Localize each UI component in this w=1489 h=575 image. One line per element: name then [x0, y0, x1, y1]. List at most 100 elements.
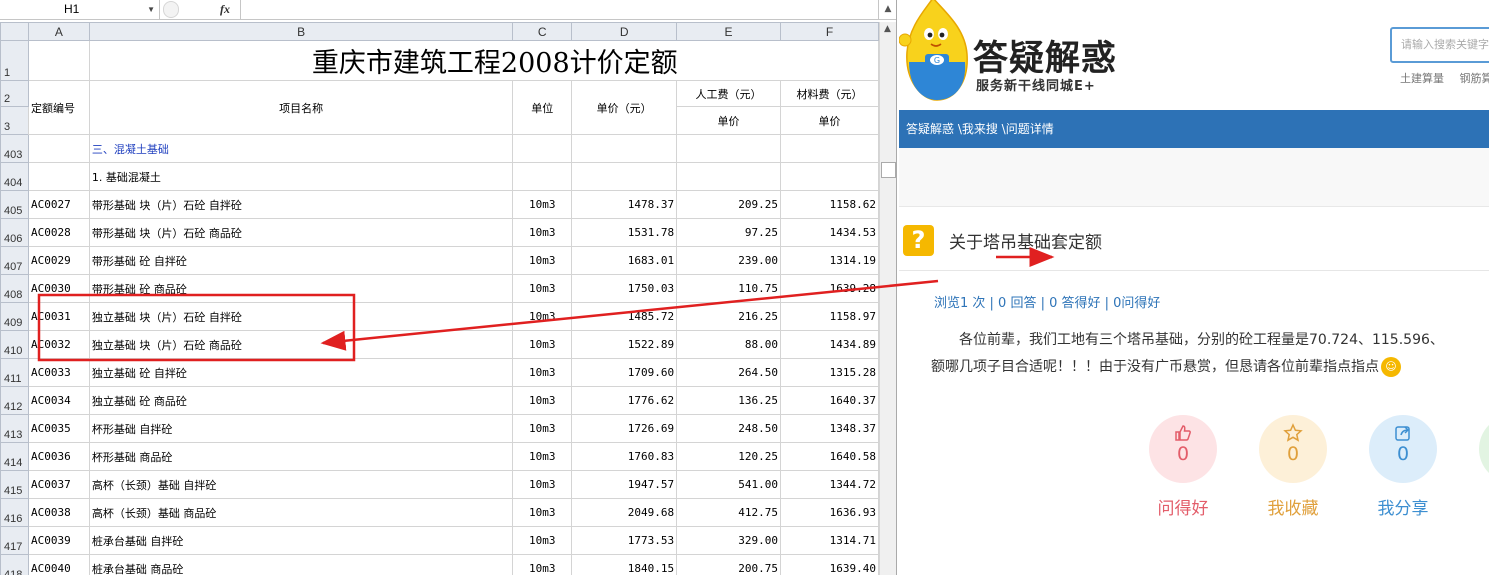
- cell-labor[interactable]: 110.75: [676, 274, 782, 303]
- cell-code[interactable]: AC0034: [27, 386, 90, 415]
- cell-price[interactable]: 1773.53: [571, 526, 678, 555]
- cell[interactable]: [676, 134, 782, 163]
- action-label[interactable]: 问得好: [1138, 494, 1228, 519]
- row-header[interactable]: 417: [0, 526, 29, 555]
- cell-unit[interactable]: 10m3: [512, 190, 573, 219]
- row-header[interactable]: 411: [0, 358, 29, 387]
- cell-unit[interactable]: 10m3: [512, 386, 573, 415]
- row-header-1[interactable]: 1: [0, 40, 29, 81]
- cell-code[interactable]: AC0035: [27, 414, 90, 443]
- cell-labor[interactable]: 88.00: [676, 330, 782, 359]
- row-header-3[interactable]: 3: [0, 106, 29, 135]
- cell[interactable]: [571, 162, 678, 191]
- cell-unit[interactable]: 10m3: [512, 274, 573, 303]
- cell-a1[interactable]: [27, 40, 90, 81]
- cell-material[interactable]: 1314.19: [780, 246, 879, 275]
- subsection-heading[interactable]: 1. 基础混凝土: [88, 162, 514, 191]
- cell-labor[interactable]: 329.00: [676, 526, 782, 555]
- cell-code[interactable]: AC0037: [27, 470, 90, 499]
- cell-material[interactable]: 1640.37: [780, 386, 879, 415]
- cell-material[interactable]: 1158.97: [780, 302, 879, 331]
- header-unit[interactable]: 单位: [512, 80, 573, 135]
- cell-price[interactable]: 1485.72: [571, 302, 678, 331]
- cell-material[interactable]: 1314.71: [780, 526, 879, 555]
- cell-code[interactable]: AC0031: [27, 302, 90, 331]
- sheet-title[interactable]: 重庆市建筑工程2008计价定额: [88, 40, 879, 81]
- cell-price[interactable]: 1750.03: [571, 274, 678, 303]
- row-header[interactable]: 408: [0, 274, 29, 303]
- row-header[interactable]: 405: [0, 190, 29, 219]
- row-header[interactable]: 403: [0, 134, 29, 163]
- cell-name[interactable]: 带形基础 砼 自拌砼: [88, 246, 514, 275]
- cell-name[interactable]: 独立基础 砼 商品砼: [88, 386, 514, 415]
- cell-labor[interactable]: 248.50: [676, 414, 782, 443]
- cell-code[interactable]: AC0039: [27, 526, 90, 555]
- cell-unit[interactable]: 10m3: [512, 358, 573, 387]
- column-header-c[interactable]: C: [512, 22, 573, 41]
- action-label[interactable]: 我: [1468, 494, 1489, 519]
- header-name[interactable]: 项目名称: [88, 80, 514, 135]
- cell[interactable]: [512, 162, 573, 191]
- column-header-a[interactable]: A: [27, 22, 90, 41]
- cell-unit[interactable]: 10m3: [512, 498, 573, 527]
- search-input[interactable]: 请输入搜索关键字: [1390, 27, 1489, 63]
- cell-name[interactable]: 桩承台基础 自拌砼: [88, 526, 514, 555]
- header-material[interactable]: 材料费（元）: [780, 80, 879, 107]
- section-heading[interactable]: 三、混凝土基础: [88, 134, 514, 163]
- cell[interactable]: [27, 134, 90, 163]
- select-all-corner[interactable]: [0, 22, 29, 41]
- header-labor[interactable]: 人工费（元）: [676, 80, 782, 107]
- cell[interactable]: [780, 134, 879, 163]
- row-header[interactable]: 406: [0, 218, 29, 247]
- cell-code[interactable]: AC0038: [27, 498, 90, 527]
- cell-code[interactable]: AC0030: [27, 274, 90, 303]
- cell-unit[interactable]: 10m3: [512, 442, 573, 471]
- cell-unit[interactable]: 10m3: [512, 554, 573, 575]
- hot-link[interactable]: 土建算量: [1400, 72, 1444, 85]
- cell-labor[interactable]: 136.25: [676, 386, 782, 415]
- row-header[interactable]: 410: [0, 330, 29, 359]
- cell-name[interactable]: 桩承台基础 商品砼: [88, 554, 514, 575]
- cell-unit[interactable]: 10m3: [512, 246, 573, 275]
- column-header-f[interactable]: F: [780, 22, 879, 41]
- mascot-logo-icon[interactable]: G: [899, 0, 975, 108]
- cell-material[interactable]: 1315.28: [780, 358, 879, 387]
- action-button[interactable]: 0: [1259, 415, 1327, 483]
- cell-labor[interactable]: 541.00: [676, 470, 782, 499]
- cell-labor[interactable]: 200.75: [676, 554, 782, 575]
- cell-code[interactable]: AC0032: [27, 330, 90, 359]
- cell-code[interactable]: AC0029: [27, 246, 90, 275]
- cell-name[interactable]: 带形基础 块（片）石砼 商品砼: [88, 218, 514, 247]
- cell-labor[interactable]: 120.25: [676, 442, 782, 471]
- site-logo-text[interactable]: 答疑解惑: [973, 30, 1117, 81]
- expand-formula-icon[interactable]: ▲: [878, 0, 896, 19]
- cell-name[interactable]: 高杯（长颈）基础 自拌砼: [88, 470, 514, 499]
- breadcrumb[interactable]: 答疑解惑 \我来搜 \问题详情: [906, 122, 1054, 136]
- row-header[interactable]: 407: [0, 246, 29, 275]
- cell[interactable]: [27, 162, 90, 191]
- cell[interactable]: [571, 134, 678, 163]
- cell-price[interactable]: 1531.78: [571, 218, 678, 247]
- cell-price[interactable]: 1726.69: [571, 414, 678, 443]
- cell-labor[interactable]: 239.00: [676, 246, 782, 275]
- row-header[interactable]: 414: [0, 442, 29, 471]
- formula-bar-grip[interactable]: [163, 1, 179, 18]
- cell-unit[interactable]: 10m3: [512, 302, 573, 331]
- cell-price[interactable]: 1760.83: [571, 442, 678, 471]
- cell-material[interactable]: 1434.53: [780, 218, 879, 247]
- cell-unit[interactable]: 10m3: [512, 414, 573, 443]
- scroll-up-icon[interactable]: ▲: [884, 24, 891, 34]
- column-header-e[interactable]: E: [676, 22, 782, 41]
- cell-code[interactable]: AC0036: [27, 442, 90, 471]
- cell-price[interactable]: 1947.57: [571, 470, 678, 499]
- cell-price[interactable]: 1478.37: [571, 190, 678, 219]
- cell-code[interactable]: AC0040: [27, 554, 90, 575]
- hot-link[interactable]: 钢筋算量: [1460, 72, 1489, 85]
- header-price[interactable]: 单价（元）: [571, 80, 678, 135]
- cell-price[interactable]: 1683.01: [571, 246, 678, 275]
- cell-price[interactable]: 2049.68: [571, 498, 678, 527]
- action-label[interactable]: 我收藏: [1248, 494, 1338, 519]
- function-icon[interactable]: fx: [220, 0, 230, 19]
- column-header-d[interactable]: D: [571, 22, 678, 41]
- cell-name[interactable]: 独立基础 块（片）石砼 商品砼: [88, 330, 514, 359]
